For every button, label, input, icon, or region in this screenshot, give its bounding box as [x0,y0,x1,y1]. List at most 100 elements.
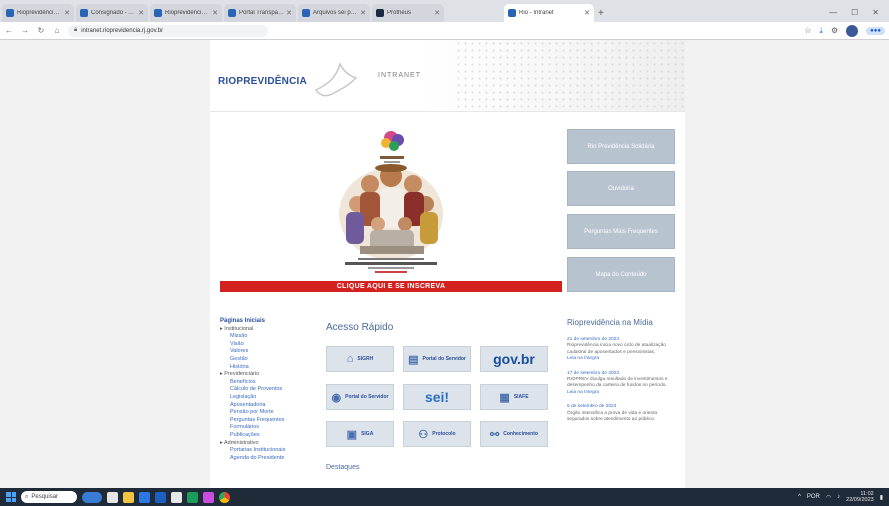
quick-links-title: Páginas Iniciais [220,318,266,324]
quick-link[interactable]: Publicações [220,432,316,440]
new-tab-button[interactable]: + [598,8,604,19]
avatar[interactable] [846,24,859,37]
side-button-ouvidoria[interactable]: Ouvidoria [567,171,675,206]
close-tab-icon[interactable]: ✕ [360,9,366,17]
chevron-up-icon[interactable]: ^ [798,494,801,500]
reload-icon[interactable]: ↻ [36,26,46,35]
quick-link[interactable]: História [220,364,316,372]
news-item[interactable]: 5 de setembro de 2023 Órgão intensifica … [567,404,679,423]
side-button-site-map[interactable]: Mapa do Conteúdo [567,257,675,292]
favicon-icon [6,9,14,17]
excel-icon[interactable] [187,491,198,503]
news-item[interactable]: 21 de setembro de 2023 Rioprevidência in… [567,337,679,363]
back-icon[interactable]: ← [4,26,14,35]
banner-cta[interactable]: CLIQUE AQUI E SE INSCREVA [220,281,562,292]
close-tab-icon[interactable]: ✕ [434,9,440,17]
quick-link[interactable]: Gestão [220,356,316,364]
favicon-icon [80,9,88,17]
quick-link[interactable]: Agenda do Presidente [220,455,316,463]
word-icon[interactable] [155,491,166,503]
tile-portal-servidor[interactable]: ▤ Portal do Servidor [403,346,471,372]
news-item[interactable]: 17 de setembro de 2023 RIOPREV divulga r… [567,371,679,397]
lock-icon: 🔒︎ [74,27,78,33]
quick-link[interactable]: Legislação [220,394,316,402]
extensions-icon[interactable]: ⚙ [831,26,838,35]
tile-sigrh[interactable]: ⌂ SIGRH [326,346,394,372]
intranet-page: RIOPREVIDÊNCIA INTRANET CLIQUE AQUI E SE… [210,40,685,488]
widgets-icon[interactable] [82,491,102,503]
side-button-solidaria[interactable]: Rio Previdência Solidária [567,129,675,164]
quick-link[interactable]: Benefícios [220,379,316,387]
forward-icon[interactable]: → [20,26,30,35]
browser-tab[interactable]: Arquivos sei proveniente...✕ [298,4,370,22]
taskbar-search[interactable]: ⌕ Pesquisar [21,491,77,503]
quick-link[interactable]: Visão [220,341,316,349]
lang-indicator[interactable]: POR [807,494,820,500]
maximize-icon[interactable]: ☐ [851,8,858,17]
site-logo[interactable]: RIOPREVIDÊNCIA [218,76,307,87]
browser-tab[interactable]: Rioprevidência - Contra-ch...✕ [2,4,74,22]
search-icon: ⌕ [25,493,29,500]
quick-link[interactable]: Cálculo de Proventos [220,386,316,394]
tile-siafe[interactable]: ▦ SIAFE [480,384,548,410]
logo-swoosh-icon [314,61,358,97]
close-window-icon[interactable]: ✕ [872,8,879,17]
close-tab-icon[interactable]: ✕ [138,9,144,17]
quick-link[interactable]: Valores [220,348,316,356]
close-tab-icon[interactable]: ✕ [584,9,590,17]
building-icon: ⌂ [346,353,354,365]
tile-protocolo[interactable]: ⚇ Protocolo [403,421,471,447]
news-title: Rioprevidência na Mídia [567,318,653,327]
edge-icon[interactable] [139,491,150,503]
quick-links-group[interactable]: ▸ Previdenciário [220,371,316,379]
bookmark-star-icon[interactable]: ☆ [804,26,811,35]
browser-tab[interactable]: Rioprevidência - Portal d...✕ [150,4,222,22]
clock[interactable]: 11:02 22/09/2023 [846,491,874,503]
portal-icon: ◉ [331,391,342,404]
task-view-icon[interactable] [107,491,118,503]
close-tab-icon[interactable]: ✕ [286,9,292,17]
quick-link[interactable]: Missão [220,333,316,341]
minimize-icon[interactable]: — [829,8,837,17]
browser-tab[interactable]: Protheus ✕ [372,4,444,22]
teams-icon[interactable] [203,491,214,503]
browser-tab[interactable]: Portal Transparência RJ...✕ [224,4,296,22]
favicon-icon [508,9,516,17]
destaques-title: Destaques [326,464,360,471]
chrome-icon[interactable] [219,491,230,503]
tile-conhecimento[interactable]: ⚯ Conhecimento [480,421,548,447]
volume-icon[interactable]: ♪ [837,494,840,500]
wifi-icon[interactable]: ◠ [826,494,831,501]
close-tab-icon[interactable]: ✕ [212,9,218,17]
quick-link[interactable]: Perguntas Frequentes [220,417,316,425]
intranet-label: INTRANET [378,72,421,79]
favicon-icon [376,9,384,17]
quick-link[interactable]: Formulários [220,424,316,432]
browser-tab-active[interactable]: Rio - Intranet ✕ [504,4,594,22]
window-controls: — ☐ ✕ [829,8,889,22]
download-icon[interactable]: ⤓ [819,26,823,36]
store-icon[interactable] [171,491,182,503]
doc-icon: ▤ [408,353,419,366]
quick-links-group[interactable]: ▸ Institucional [220,326,316,334]
windows-start-icon[interactable] [6,492,16,502]
people-icon: ⚇ [418,428,429,441]
favicon-icon [154,9,162,17]
close-tab-icon[interactable]: ✕ [64,9,70,17]
tile-portal-servidor-2[interactable]: ◉ Portal do Servidor [326,384,394,410]
quick-links-group[interactable]: ▸ Administrativo [220,440,316,448]
home-icon[interactable]: ⌂ [52,26,62,35]
tile-govbr[interactable]: gov.br [480,346,548,372]
tile-sei[interactable]: sei! [403,384,471,410]
campaign-banner[interactable]: CLIQUE AQUI E SE INSCREVA [220,124,562,292]
address-bar[interactable]: 🔒︎ intranet.rioprevidencia.rj.gov.br [68,24,268,37]
file-explorer-icon[interactable] [123,491,134,503]
quick-link[interactable]: Portarias Institucionais [220,447,316,455]
notification-icon[interactable]: ▮ [880,494,883,501]
tile-siga[interactable]: ▣ SIGA [326,421,394,447]
profile-badge[interactable]: ●●● [866,26,885,35]
browser-tab[interactable]: Consignado - Acesso Rest...✕ [76,4,148,22]
side-button-faq[interactable]: Perguntas Mais Frequentes [567,214,675,249]
quick-link[interactable]: Aposentadoria [220,402,316,410]
quick-link[interactable]: Pensão por Morte [220,409,316,417]
